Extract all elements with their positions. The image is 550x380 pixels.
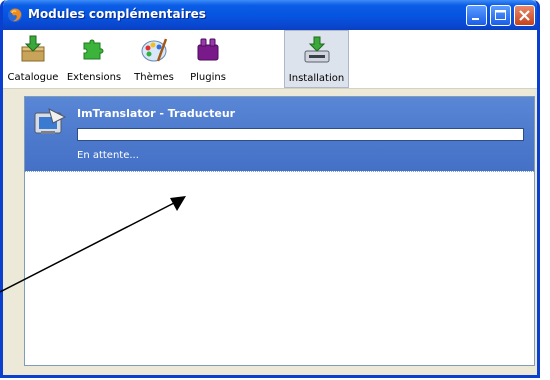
tab-label: Thèmes [134,72,174,83]
tab-catalogue[interactable]: Catalogue [7,30,59,88]
palette-icon [141,38,168,62]
install-status: En attente... [77,150,139,161]
tab-label: Installation [288,73,345,84]
maximize-icon [495,10,506,20]
tab-label: Plugins [190,72,226,83]
window-title: Modules complémentaires [28,7,206,21]
title-bar[interactable]: Modules complémentaires [3,0,537,30]
minimize-icon [472,18,479,20]
install-item-imtranslator[interactable]: ImTranslator - Traducteur En attente... [25,97,534,171]
plugin-icon [197,38,219,61]
install-progress-bar [77,128,524,141]
list-empty-area [25,172,534,365]
addon-name: ImTranslator - Traducteur [77,107,236,120]
maximize-button[interactable] [490,5,511,26]
firefox-icon [8,8,22,22]
tab-plugins[interactable]: Plugins [183,30,233,88]
toolbar-divider [3,88,537,89]
tab-themes[interactable]: Thèmes [129,30,179,88]
puzzle-icon [83,39,104,60]
addons-window: Modules complémentaires Catalogue Extens… [0,0,540,378]
tab-extensions[interactable]: Extensions [63,30,125,88]
close-button[interactable] [514,5,535,26]
addons-toolbar: Catalogue Extensions Thèmes Plugins Inst… [3,30,537,88]
minimize-button[interactable] [466,5,487,26]
tab-label: Extensions [66,72,122,83]
installation-list[interactable]: ImTranslator - Traducteur En attente... [24,96,535,366]
catalogue-icon [21,35,45,62]
extension-package-icon [34,108,67,134]
tab-label: Catalogue [7,72,59,83]
close-icon [519,10,530,21]
install-icon [304,36,329,63]
tab-installation[interactable]: Installation [284,30,349,88]
